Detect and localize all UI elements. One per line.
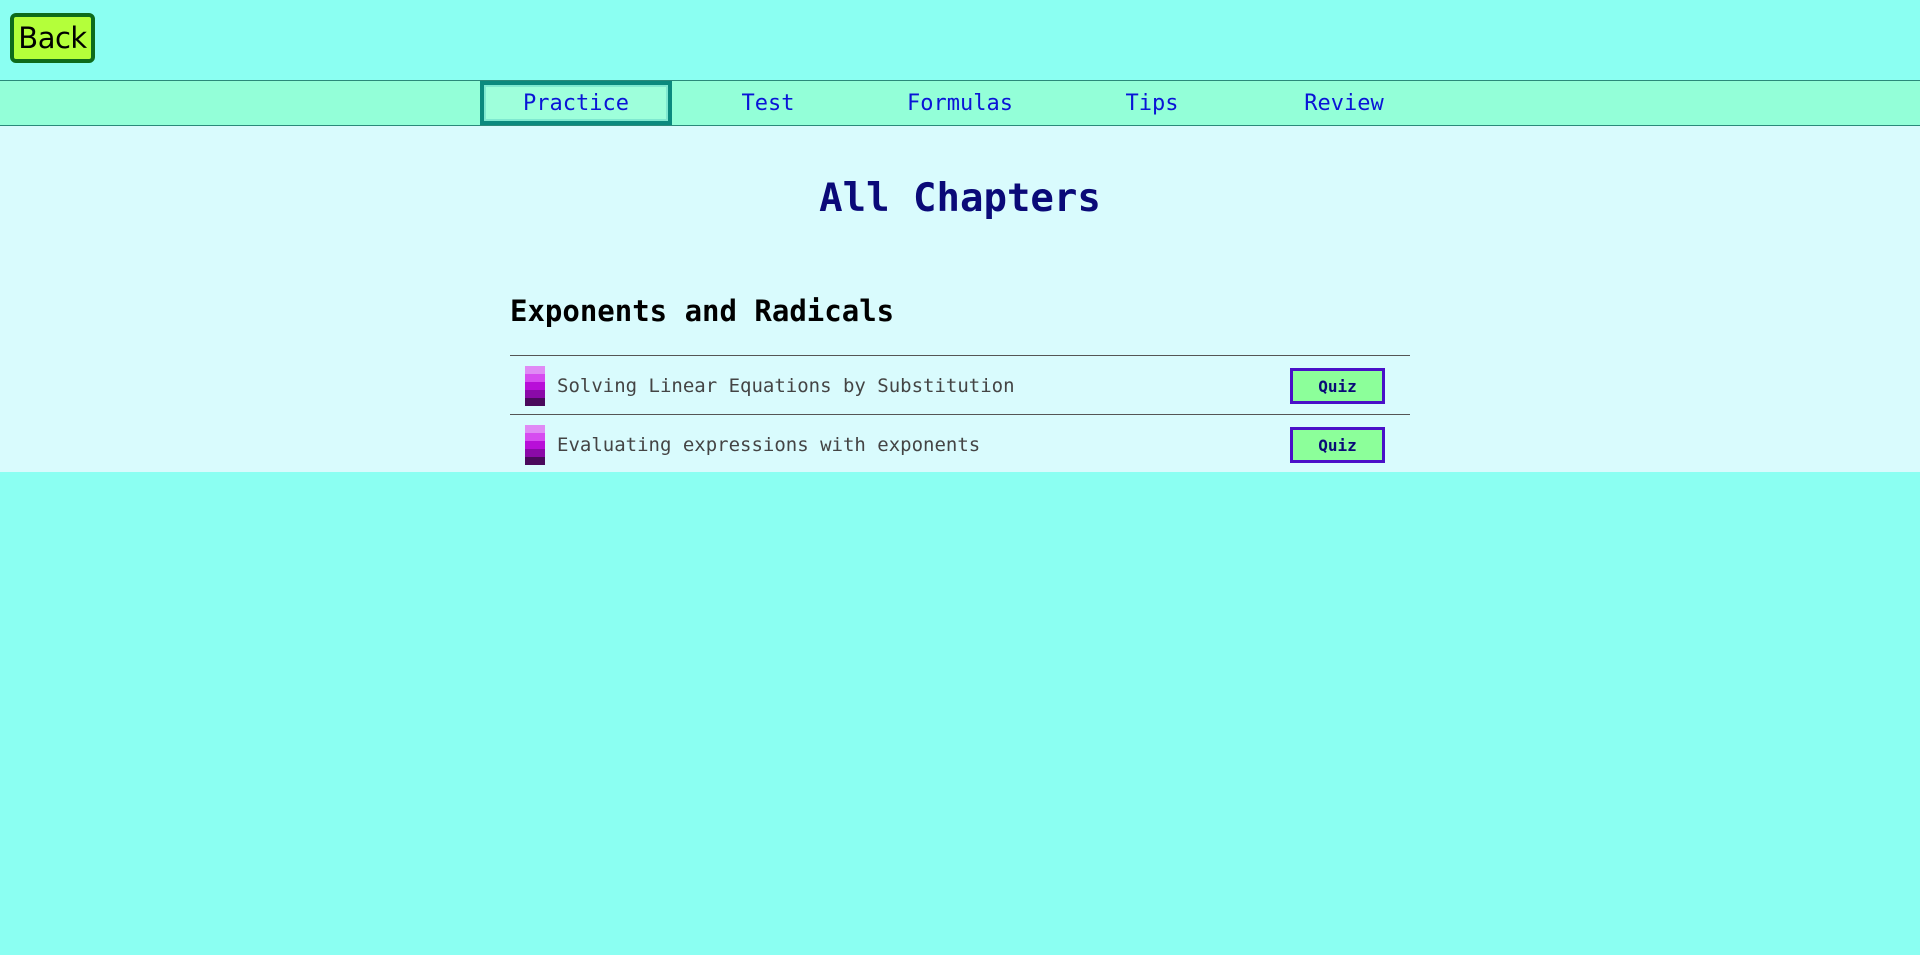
lesson-label[interactable]: Evaluating expressions with exponents bbox=[557, 415, 980, 474]
lesson-label[interactable]: Solving Linear Equations by Substitution bbox=[557, 356, 1015, 415]
level-bar bbox=[525, 374, 545, 382]
level-bar bbox=[525, 441, 545, 449]
tab-formulas[interactable]: Formulas bbox=[864, 81, 1056, 125]
level-bar bbox=[525, 366, 545, 374]
top-bar: Back bbox=[0, 0, 1920, 80]
list-item: Evaluating expressions with exponents Qu… bbox=[510, 415, 1410, 474]
level-bar bbox=[525, 433, 545, 441]
tab-tips[interactable]: Tips bbox=[1056, 81, 1248, 125]
tab-practice[interactable]: Practice bbox=[480, 81, 672, 125]
quiz-button[interactable]: Quiz bbox=[1290, 368, 1385, 404]
quiz-button[interactable]: Quiz bbox=[1290, 427, 1385, 463]
level-bar bbox=[525, 382, 545, 390]
level-bars-icon bbox=[525, 425, 545, 465]
tab-review[interactable]: Review bbox=[1248, 81, 1440, 125]
level-bar bbox=[525, 390, 545, 398]
list-item: Solving Linear Equations by Substitution… bbox=[510, 356, 1410, 415]
tab-bar: Practice Test Formulas Tips Review bbox=[0, 80, 1920, 126]
page-title: All Chapters bbox=[819, 176, 1101, 221]
back-button[interactable]: Back bbox=[10, 13, 95, 63]
level-bar bbox=[525, 449, 545, 457]
main-content: All Chapters Exponents and Radicals Solv… bbox=[0, 126, 1920, 472]
chapter-title: Exponents and Radicals bbox=[510, 294, 895, 328]
level-bar bbox=[525, 425, 545, 433]
level-bar bbox=[525, 457, 545, 465]
level-bars-icon bbox=[525, 366, 545, 406]
level-bar bbox=[525, 398, 545, 406]
tab-test[interactable]: Test bbox=[672, 81, 864, 125]
lesson-list: Solving Linear Equations by Substitution… bbox=[510, 355, 1410, 474]
